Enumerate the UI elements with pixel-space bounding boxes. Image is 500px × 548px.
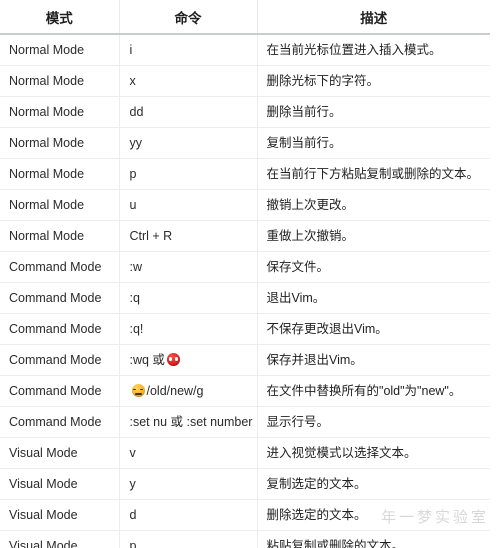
command-text: x bbox=[129, 74, 136, 88]
cell-command: x bbox=[119, 65, 258, 97]
column-header-mode: 模式 bbox=[0, 0, 120, 35]
table-row: Command Mode :q! 不保存更改退出Vim。 bbox=[0, 313, 490, 345]
column-header-command: 命令 bbox=[119, 0, 258, 35]
column-header-description: 描述 bbox=[257, 0, 490, 35]
cell-command: :set nu 或 :set number bbox=[119, 406, 258, 438]
table-row: Visual Mode y 复制选定的文本。 bbox=[0, 468, 490, 500]
command-text: y bbox=[129, 477, 136, 491]
cell-description: 在文件中替换所有的"old"为"new"。 bbox=[257, 375, 490, 407]
cell-command: y bbox=[119, 468, 258, 500]
cell-command: v bbox=[119, 437, 258, 469]
table-row: Normal Mode i 在当前光标位置进入插入模式。 bbox=[0, 34, 490, 66]
cell-description: 删除当前行。 bbox=[257, 96, 490, 128]
page-root: 模式 命令 描述 Normal Mode i 在当前光标位置进入插入模式。 Norma… bbox=[0, 0, 500, 548]
command-text: i bbox=[129, 43, 133, 57]
cell-mode: Normal Mode bbox=[0, 96, 120, 128]
command-text-suffix: /old/new/g bbox=[146, 384, 204, 398]
cell-command: :w bbox=[119, 251, 258, 283]
command-text: Ctrl + R bbox=[129, 229, 173, 243]
cell-description: 在当前光标位置进入插入模式。 bbox=[257, 34, 490, 66]
cell-description: 进入视觉模式以选择文本。 bbox=[257, 437, 490, 469]
cell-description: 显示行号。 bbox=[257, 406, 490, 438]
table-row: Command Mode :w 保存文件。 bbox=[0, 251, 490, 283]
cell-description: 退出Vim。 bbox=[257, 282, 490, 314]
cell-mode: Command Mode bbox=[0, 282, 120, 314]
cell-description: 删除光标下的字符。 bbox=[257, 65, 490, 97]
command-text: v bbox=[129, 446, 136, 460]
cell-description: 撤销上次更改。 bbox=[257, 189, 490, 221]
table-row: Normal Mode u 撤销上次更改。 bbox=[0, 189, 490, 221]
command-text: u bbox=[129, 198, 137, 212]
cell-command: Ctrl + R bbox=[119, 220, 258, 252]
cell-command: dd bbox=[119, 96, 258, 128]
cell-description: 重做上次撤销。 bbox=[257, 220, 490, 252]
table-row: Normal Mode dd 删除当前行。 bbox=[0, 96, 490, 128]
cell-mode: Command Mode bbox=[0, 313, 120, 345]
table-row: Command Mode :wq 或 保存并退出Vim。 bbox=[0, 344, 490, 376]
yellow-unamused-face-emoji bbox=[131, 384, 145, 398]
cell-command: yy bbox=[119, 127, 258, 159]
table-row: Visual Mode p 粘贴复制或删除的文本。 bbox=[0, 530, 490, 548]
table-row: Normal Mode p 在当前行下方粘贴复制或删除的文本。 bbox=[0, 158, 490, 190]
cell-command: u bbox=[119, 189, 258, 221]
table-row: Command Mode/old/new/g 在文件中替换所有的"old"为"ne… bbox=[0, 375, 490, 407]
cell-description: 粘贴复制或删除的文本。 bbox=[257, 530, 490, 548]
table-row: Command Mode :set nu 或 :set number 显示行号。 bbox=[0, 406, 490, 438]
cell-command: /old/new/g bbox=[119, 375, 258, 407]
command-text: p bbox=[129, 167, 137, 181]
cell-description: 删除选定的文本。 bbox=[257, 499, 490, 531]
cell-command: i bbox=[119, 34, 258, 66]
command-text: :q! bbox=[129, 322, 144, 336]
cell-mode: Visual Mode bbox=[0, 530, 120, 548]
red-face-emoji bbox=[166, 353, 180, 367]
cell-description: 保存并退出Vim。 bbox=[257, 344, 490, 376]
cell-command: :q bbox=[119, 282, 258, 314]
command-text: dd bbox=[129, 105, 144, 119]
command-text: :q bbox=[129, 291, 140, 305]
table-row: Normal Mode x 删除光标下的字符。 bbox=[0, 65, 490, 97]
cell-mode: Normal Mode bbox=[0, 220, 120, 252]
cell-command: :q! bbox=[119, 313, 258, 345]
cell-mode: Normal Mode bbox=[0, 34, 120, 66]
vim-commands-table: 模式 命令 描述 Normal Mode i 在当前光标位置进入插入模式。 Norma… bbox=[0, 0, 490, 548]
cell-mode: Command Mode bbox=[0, 251, 120, 283]
command-text: p bbox=[129, 539, 137, 548]
table-row: Visual Mode d 删除选定的文本。 bbox=[0, 499, 490, 531]
table-row: Normal Mode Ctrl + R 重做上次撤销。 bbox=[0, 220, 490, 252]
command-text: yy bbox=[129, 136, 143, 150]
table-header-row: 模式 命令 描述 bbox=[0, 0, 490, 35]
cell-mode: Normal Mode bbox=[0, 158, 120, 190]
cell-description: 不保存更改退出Vim。 bbox=[257, 313, 490, 345]
cell-mode: Normal Mode bbox=[0, 65, 120, 97]
cell-mode: Normal Mode bbox=[0, 127, 120, 159]
cell-mode: Command Mode bbox=[0, 406, 120, 438]
table-row: Visual Mode v 进入视觉模式以选择文本。 bbox=[0, 437, 490, 469]
cell-description: 复制选定的文本。 bbox=[257, 468, 490, 500]
cell-command: p bbox=[119, 158, 258, 190]
cell-command: p bbox=[119, 530, 258, 548]
command-text: :w bbox=[129, 260, 143, 274]
command-text: d bbox=[129, 508, 137, 522]
table-row: Normal Mode yy 复制当前行。 bbox=[0, 127, 490, 159]
cell-mode: Normal Mode bbox=[0, 189, 120, 221]
cell-description: 复制当前行。 bbox=[257, 127, 490, 159]
cell-command: d bbox=[119, 499, 258, 531]
table-header: 模式 命令 描述 bbox=[0, 0, 490, 35]
cell-mode: Visual Mode bbox=[0, 499, 120, 531]
cell-mode: Command Mode bbox=[0, 375, 120, 407]
cell-mode: Command Mode bbox=[0, 344, 120, 376]
cell-description: 保存文件。 bbox=[257, 251, 490, 283]
cell-command: :wq 或 bbox=[119, 344, 258, 376]
cell-mode: Visual Mode bbox=[0, 437, 120, 469]
table-body: Normal Mode i 在当前光标位置进入插入模式。 Normal Mode x 删除… bbox=[0, 34, 490, 548]
table-row: Command Mode :q 退出Vim。 bbox=[0, 282, 490, 314]
cell-description: 在当前行下方粘贴复制或删除的文本。 bbox=[257, 158, 490, 190]
cell-mode: Visual Mode bbox=[0, 468, 120, 500]
command-text: :set nu 或 :set number bbox=[129, 415, 253, 429]
command-text: :wq 或 bbox=[129, 353, 165, 367]
